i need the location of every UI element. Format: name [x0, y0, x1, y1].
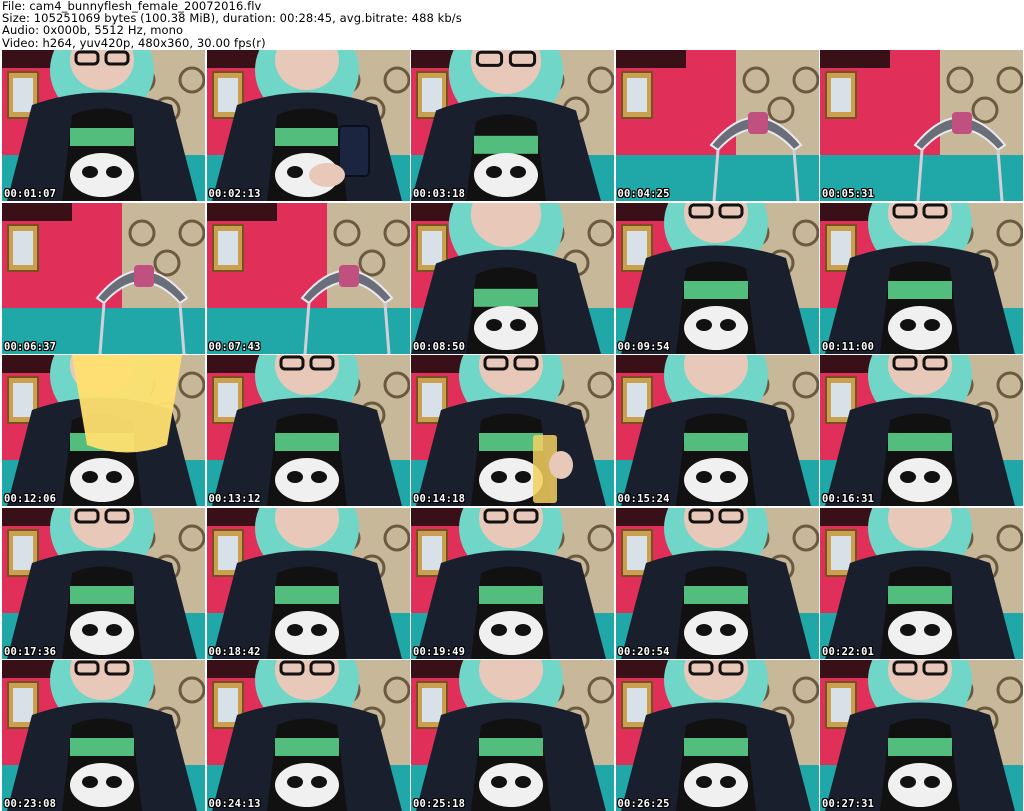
thumbnail-timestamp: 00:15:24	[617, 493, 670, 505]
thumbnail-frame-image	[206, 202, 410, 354]
video-thumbnail: 00:17:36	[2, 507, 205, 659]
thumbnail-frame-image	[2, 50, 205, 201]
video-thumbnail: 00:18:42	[206, 507, 410, 659]
video-thumbnail: 00:03:18	[411, 50, 614, 201]
thumbnail-frame-image	[206, 50, 410, 201]
thumbnail-frame-image	[820, 202, 1023, 354]
thumbnail-timestamp: 00:11:00	[822, 340, 875, 353]
thumbnail-timestamp: 00:04:25	[617, 188, 670, 200]
thumbnail-timestamp: 00:23:08	[4, 798, 57, 810]
thumbnail-frame-image	[411, 50, 614, 201]
thumbnail-frame-image	[820, 660, 1023, 811]
thumbnail-timestamp: 00:14:18	[413, 493, 466, 505]
thumbnail-frame-image	[2, 660, 205, 811]
video-thumbnail: 00:08:50	[411, 202, 614, 354]
thumbnail-frame-image	[2, 355, 205, 506]
thumbnail-frame-image	[615, 507, 819, 659]
thumbnail-timestamp: 00:06:37	[4, 340, 57, 353]
thumbnail-timestamp: 00:19:49	[413, 645, 466, 658]
thumbnail-frame-image	[206, 507, 410, 659]
thumbnail-frame-image	[206, 355, 410, 506]
thumbnail-timestamp: 00:01:07	[4, 188, 57, 200]
thumbnail-timestamp: 00:27:31	[822, 798, 875, 810]
video-thumbnail: 00:23:08	[2, 660, 205, 811]
thumbnail-frame-image	[615, 660, 819, 811]
video-thumbnail: 00:09:54	[615, 202, 819, 354]
video-thumbnail: 00:26:25	[615, 660, 819, 811]
video-thumbnail: 00:19:49	[411, 507, 614, 659]
thumbnail-timestamp: 00:08:50	[413, 340, 466, 353]
thumbnail-frame-image	[411, 202, 614, 354]
video-thumbnail: 00:14:18	[411, 355, 614, 506]
thumbnail-timestamp: 00:12:06	[4, 493, 57, 505]
video-thumbnail: 00:25:18	[411, 660, 614, 811]
thumbnail-timestamp: 00:07:43	[208, 340, 261, 353]
video-thumbnail: 00:05:31	[820, 50, 1023, 201]
video-thumbnail: 00:07:43	[206, 202, 410, 354]
thumbnail-timestamp: 00:22:01	[822, 645, 875, 658]
thumbnail-timestamp: 00:24:13	[208, 798, 261, 810]
thumbnail-frame-image	[2, 202, 205, 354]
file-info-header: File: cam4_bunnyflesh_female_20072016.fl…	[2, 0, 1022, 50]
thumbnail-timestamp: 00:03:18	[413, 188, 466, 200]
thumbnail-frame-image	[2, 507, 205, 659]
video-info-line: Video: h264, yuv420p, 480x360, 30.00 fps…	[2, 35, 266, 50]
video-thumbnail: 00:16:31	[820, 355, 1023, 506]
thumbnail-frame-image	[411, 660, 614, 811]
thumbnail-frame-image	[411, 355, 614, 506]
thumbnail-frame-image	[615, 50, 819, 201]
thumbnail-frame-image	[820, 507, 1023, 659]
video-thumbnail: 00:11:00	[820, 202, 1023, 354]
video-thumbnail: 00:01:07	[2, 50, 205, 201]
thumbnail-timestamp: 00:18:42	[208, 645, 261, 658]
thumbnail-timestamp: 00:17:36	[4, 645, 57, 658]
thumbnail-frame-image	[411, 507, 614, 659]
thumbnail-frame-image	[206, 660, 410, 811]
thumbnail-grid: 00:01:07 00:02:13 00:03:18 00:04:25 00:05:31…	[2, 50, 1023, 811]
thumbnail-timestamp: 00:16:31	[822, 493, 875, 505]
thumbnail-timestamp: 00:13:12	[208, 493, 261, 505]
audio-info-line: Audio: 0x000b, 5512 Hz, mono	[2, 23, 184, 38]
video-thumbnail: 00:15:24	[615, 355, 819, 506]
video-thumbnail: 00:27:31	[820, 660, 1023, 811]
video-thumbnail: 00:06:37	[2, 202, 205, 354]
thumbnail-timestamp: 00:02:13	[208, 188, 261, 200]
video-thumbnail: 00:20:54	[615, 507, 819, 659]
thumbnail-frame-image	[820, 355, 1023, 506]
thumbnail-timestamp: 00:20:54	[617, 645, 670, 658]
video-thumbnail: 00:24:13	[206, 660, 410, 811]
thumbnail-frame-image	[615, 202, 819, 354]
thumbnail-frame-image	[615, 355, 819, 506]
video-thumbnail: 00:22:01	[820, 507, 1023, 659]
thumbnail-frame-image	[820, 50, 1023, 201]
video-thumbnail: 00:04:25	[615, 50, 819, 201]
video-thumbnail: 00:13:12	[206, 355, 410, 506]
thumbnail-timestamp: 00:25:18	[413, 798, 466, 810]
video-thumbnail: 00:02:13	[206, 50, 410, 201]
video-thumbnail: 00:12:06	[2, 355, 205, 506]
thumbnail-timestamp: 00:05:31	[822, 188, 875, 200]
thumbnail-timestamp: 00:26:25	[617, 798, 670, 810]
thumbnail-timestamp: 00:09:54	[617, 340, 670, 353]
